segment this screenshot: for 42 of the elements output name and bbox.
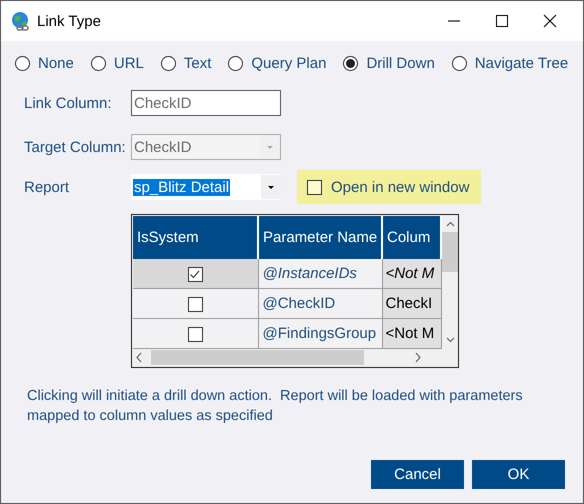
radio-label[interactable]: URL (114, 54, 144, 72)
dropdown-cell[interactable]: <Not M (382, 259, 441, 289)
dropdown-cell[interactable]: CheckI (382, 288, 441, 319)
link-column-field[interactable]: CheckID (131, 90, 281, 116)
radio-button[interactable] (160, 56, 176, 70)
radio-button[interactable] (343, 56, 358, 70)
table-cell: @InstanceIDs (258, 259, 382, 289)
row-header-cell[interactable] (133, 259, 258, 289)
checkbox[interactable] (307, 180, 322, 194)
radio-button[interactable] (15, 56, 30, 70)
column-header[interactable]: IsSystem (133, 216, 258, 260)
caret-icon (267, 184, 275, 190)
globe-icon (10, 11, 30, 31)
radio-button[interactable] (228, 56, 244, 70)
checkbox[interactable] (188, 326, 203, 342)
radio-label[interactable]: None (38, 54, 74, 72)
window-title: Link Type (37, 12, 102, 30)
column-header[interactable]: Colum (382, 216, 441, 260)
row-header-cell[interactable] (133, 318, 258, 348)
row-header-cell[interactable] (133, 288, 258, 319)
field-label: Link Column: (24, 94, 113, 112)
radio-label[interactable]: Navigate Tree (474, 54, 568, 72)
column-header[interactable]: Parameter Name (258, 216, 382, 260)
checkbox[interactable] (188, 296, 203, 312)
dialog-button[interactable]: OK (472, 460, 565, 489)
description-text: Clicking will initiate a drill down action. Report will be loaded with parameters mapped to column values as specified (27, 387, 524, 426)
table-cell: @CheckID (258, 288, 382, 319)
caret-icon (266, 144, 274, 150)
dropdown-cell[interactable]: <Not M (382, 318, 441, 348)
radio-button[interactable] (90, 56, 106, 70)
target-column-dropdown: CheckID (131, 134, 281, 160)
radio-label[interactable]: Drill Down (366, 54, 435, 72)
field-label: Target Column: (24, 138, 127, 156)
radio-label[interactable]: Query Plan (251, 54, 326, 72)
radio-button[interactable] (452, 56, 467, 70)
report-dropdown[interactable]: sp_Blitz Detail (131, 174, 281, 200)
checkbox-label[interactable]: Open in new window (331, 178, 470, 196)
table-cell: @FindingsGroup (258, 318, 382, 348)
field-label: Report (24, 178, 70, 196)
checkbox[interactable] (188, 266, 203, 282)
dialog-button[interactable]: Cancel (371, 460, 464, 489)
radio-label[interactable]: Text (184, 54, 212, 72)
